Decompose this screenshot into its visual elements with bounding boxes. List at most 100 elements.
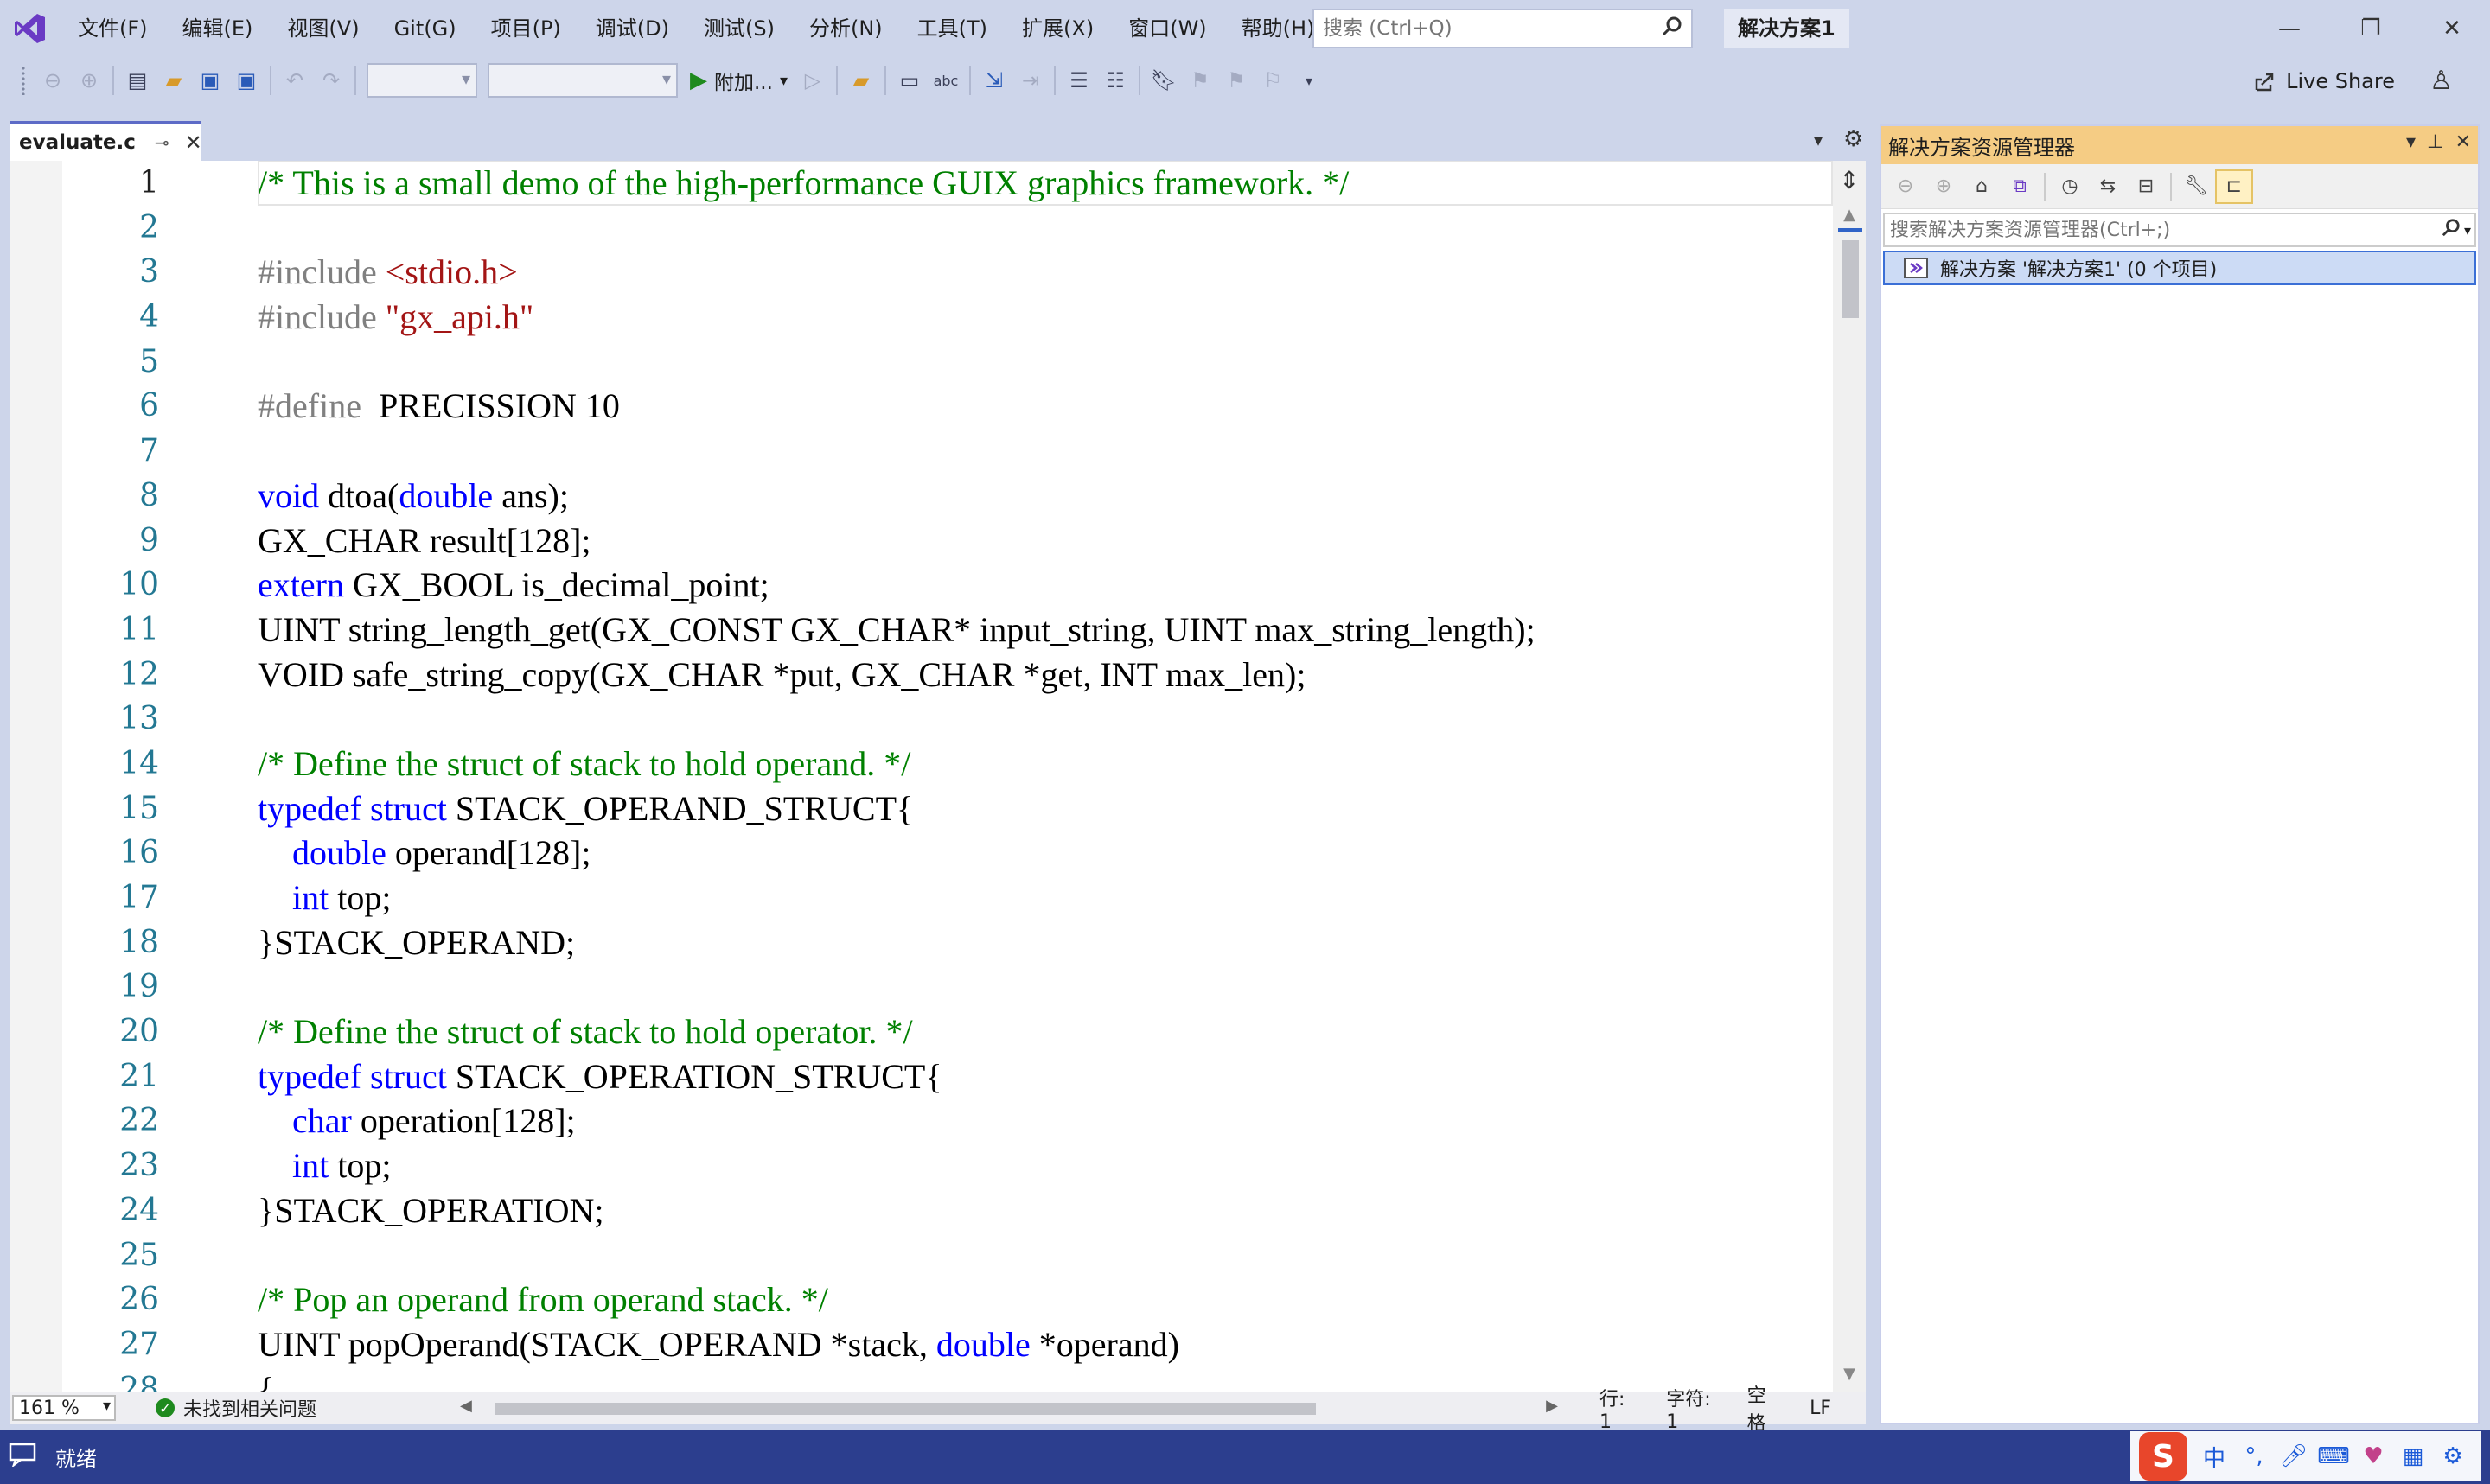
find-in-files-button[interactable]: ▰	[843, 61, 879, 99]
code-line[interactable]: /* Define the struct of stack to hold op…	[258, 742, 1833, 787]
horizontal-scroll-thumb[interactable]	[495, 1403, 1316, 1415]
close-panel-icon[interactable]: ✕	[2455, 131, 2471, 153]
menu-item[interactable]: 编辑(E)	[165, 0, 271, 57]
clear-bookmarks-button[interactable]: ⚐	[1255, 61, 1291, 99]
menu-item[interactable]: 项目(P)	[474, 0, 578, 57]
step-over-button[interactable]: ⇥	[1012, 61, 1049, 99]
gear-icon[interactable]: ⚙	[1843, 126, 1863, 152]
code-line[interactable]: #define PRECISSION 10	[258, 384, 1833, 429]
menu-item[interactable]: Git(G)	[377, 0, 474, 57]
code-line[interactable]: double operand[128];	[258, 831, 1833, 876]
collapse-all-button[interactable]: ⊟	[2127, 169, 2165, 204]
punctuation-icon[interactable]: °,	[2234, 1436, 2274, 1476]
start-without-debugging-button[interactable]: ▷	[795, 61, 831, 99]
code-line[interactable]: ​	[258, 206, 1833, 251]
code-line[interactable]: {	[258, 1367, 1833, 1392]
menu-item[interactable]: 工具(T)	[900, 0, 1005, 57]
code-line[interactable]: void dtoa(double ans);	[258, 474, 1833, 519]
home-button[interactable]: ⌂	[1963, 169, 2001, 204]
code-line[interactable]: ​	[258, 965, 1833, 1010]
forward-button[interactable]: ⊕	[1925, 169, 1963, 204]
vertical-scroll-thumb[interactable]	[1842, 240, 1859, 318]
code-line[interactable]: /* Define the struct of stack to hold op…	[258, 1010, 1833, 1054]
scroll-right-arrow-icon[interactable]: ▶	[1546, 1397, 1558, 1415]
navigate-forward-button[interactable]: ⊕	[71, 61, 107, 99]
close-window-button[interactable]: ✕	[2416, 0, 2488, 57]
save-button[interactable]: ▣	[192, 61, 228, 99]
back-button[interactable]: ⊖	[1887, 169, 1925, 204]
solution-platform-dropdown[interactable]	[488, 63, 678, 98]
save-all-button[interactable]: ▣	[228, 61, 265, 99]
menu-item[interactable]: 窗口(W)	[1111, 0, 1223, 57]
split-editor-icon[interactable]: ⇕	[1833, 166, 1866, 201]
step-into-button[interactable]: ⇲	[976, 61, 1012, 99]
window-layout-button[interactable]: ▭	[891, 61, 928, 99]
zoom-dropdown[interactable]: 161 %	[12, 1395, 116, 1421]
horizontal-scrollbar[interactable]: ◀ ▶	[460, 1397, 1558, 1419]
microphone-icon[interactable]: 🎤︎	[2274, 1436, 2314, 1476]
solution-explorer-search-box[interactable]: ▾	[1883, 213, 2476, 247]
menu-item[interactable]: 测试(S)	[686, 0, 792, 57]
minimize-button[interactable]: —	[2253, 0, 2326, 57]
whitespace-indicator[interactable]: 空格	[1747, 1380, 1775, 1436]
uncomment-lines-button[interactable]: ☷	[1097, 61, 1133, 99]
ime-settings-icon[interactable]: ⚙	[2433, 1436, 2473, 1476]
search-options-dropdown-icon[interactable]: ▾	[2464, 222, 2471, 239]
code-line[interactable]: GX_CHAR result[128];	[258, 519, 1833, 564]
code-line[interactable]: VOID safe_string_copy(GX_CHAR *put, GX_C…	[258, 653, 1833, 697]
toolbar-overflow-button[interactable]: ▾	[1291, 61, 1327, 99]
attach-debugger-button[interactable]: ▶ 附加... ▾	[683, 61, 795, 99]
live-share-button[interactable]: Live Share	[2253, 64, 2395, 99]
issues-indicator[interactable]: ✓ 未找到相关问题	[156, 1394, 316, 1422]
preview-selected-items-button[interactable]: ⊏	[2215, 169, 2253, 204]
undo-button[interactable]: ↶	[277, 61, 313, 99]
comment-lines-button[interactable]: ☰	[1061, 61, 1097, 99]
skin-icon[interactable]: ♥	[2353, 1436, 2393, 1476]
code-line[interactable]: ​	[258, 429, 1833, 474]
scroll-down-arrow-icon[interactable]: ▼	[1833, 1365, 1866, 1383]
solution-configuration-dropdown[interactable]	[367, 63, 477, 98]
visual-studio-logo-icon[interactable]	[0, 0, 61, 57]
menu-item[interactable]: 分析(N)	[792, 0, 900, 57]
keyboard-icon[interactable]: ⌨	[2314, 1436, 2353, 1476]
output-window-icon[interactable]	[9, 1443, 36, 1472]
code-line[interactable]: UINT popOperand(STACK_OPERAND *stack, do…	[258, 1322, 1833, 1367]
menu-item[interactable]: 视图(V)	[270, 0, 376, 57]
code-line[interactable]: ​	[258, 697, 1833, 742]
panel-options-dropdown-icon[interactable]: ▾	[2406, 131, 2416, 153]
code-text[interactable]: /* This is a small demo of the high-perf…	[258, 161, 1833, 1392]
code-line[interactable]: ​	[258, 1233, 1833, 1278]
menu-item[interactable]: 文件(F)	[61, 0, 165, 57]
switch-views-button[interactable]: ⧉	[2001, 169, 2039, 204]
code-line[interactable]: typedef struct STACK_OPERAND_STRUCT{	[258, 787, 1833, 831]
restore-button[interactable]: ❐	[2334, 0, 2407, 57]
code-line[interactable]: }STACK_OPERAND;	[258, 920, 1833, 965]
sync-with-document-button[interactable]: ⇆	[2089, 169, 2127, 204]
solution-explorer-title-bar[interactable]: 解决方案资源管理器 ▾ ⊥ ✕	[1881, 126, 2478, 164]
tab-list-dropdown-icon[interactable]: ▾	[1814, 130, 1823, 150]
code-line[interactable]: extern GX_BOOL is_decimal_point;	[258, 563, 1833, 608]
toggle-bookmark-button[interactable]: 🔖︎	[1146, 61, 1182, 99]
code-line[interactable]: int top;	[258, 876, 1833, 920]
scroll-left-arrow-icon[interactable]: ◀	[460, 1397, 472, 1415]
code-line[interactable]: }STACK_OPERATION;	[258, 1188, 1833, 1233]
close-tab-icon[interactable]: ✕	[185, 131, 202, 155]
solution-explorer-search-input[interactable]	[1890, 219, 2442, 241]
code-line[interactable]: /* This is a small demo of the high-perf…	[258, 161, 1833, 206]
feedback-button[interactable]: ♙	[2429, 66, 2464, 97]
code-line[interactable]: char operation[128];	[258, 1099, 1833, 1143]
code-line[interactable]: /* Pop an operand from operand stack. */	[258, 1277, 1833, 1322]
vertical-scrollbar[interactable]: ⇕ ▲ ▼	[1833, 161, 1866, 1392]
global-search-input[interactable]	[1323, 17, 1662, 40]
code-line[interactable]: typedef struct STACK_OPERATION_STRUCT{	[258, 1054, 1833, 1099]
code-line[interactable]: ​	[258, 340, 1833, 385]
solution-root-node[interactable]: 解决方案 '解决方案1' (0 个项目)	[1883, 251, 2476, 285]
spell-check-button[interactable]: abc	[928, 61, 964, 99]
toolbar-grip[interactable]	[21, 66, 26, 95]
code-line[interactable]: #include "gx_api.h"	[258, 295, 1833, 340]
tab-evaluate-c[interactable]: evaluate.c ⊸ ✕	[10, 121, 202, 161]
next-bookmark-button[interactable]: ⚑	[1218, 61, 1255, 99]
ime-mode-toggle[interactable]: 中	[2194, 1436, 2234, 1476]
editor-margin[interactable]	[10, 161, 62, 1392]
char-indicator[interactable]: 字符: 1	[1666, 1384, 1712, 1433]
